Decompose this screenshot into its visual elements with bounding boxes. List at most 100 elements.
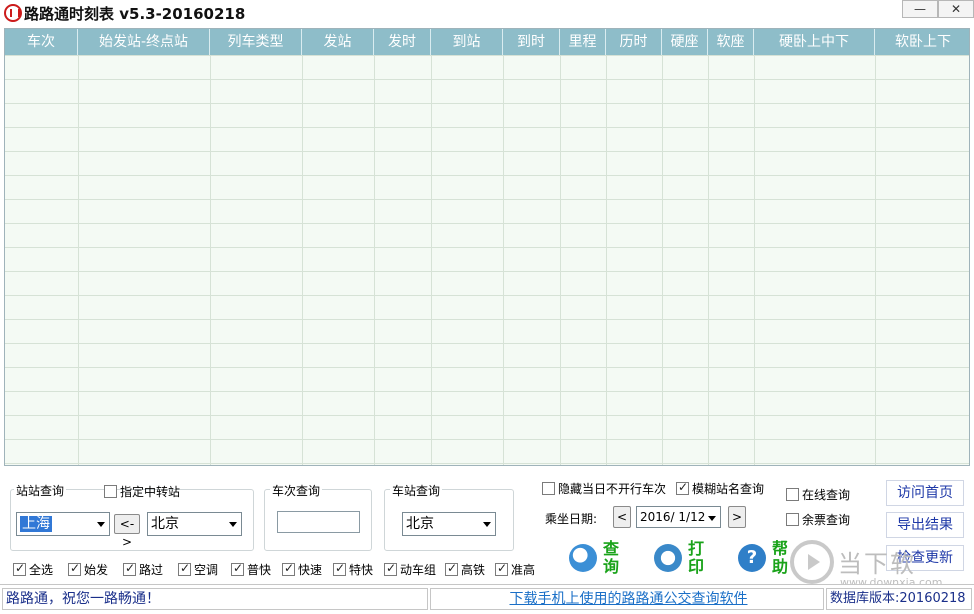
status-bar: 路路通，祝您一路畅通！ 下载手机上使用的路路通公交查询软件 数据库版本:2016… (0, 584, 974, 611)
search-icon (569, 544, 597, 572)
fuzzy-name-label: 模糊站名查询 (692, 482, 765, 496)
chevron-down-icon[interactable] (483, 522, 491, 527)
online-query-label: 在线查询 (802, 488, 851, 502)
type-checkbox-fast[interactable]: 快速 (282, 561, 322, 578)
window-title: 路路通时刻表 v5.3-20160218 (24, 5, 246, 23)
stop-station-combo[interactable]: 北京 (402, 512, 496, 536)
ticket-query-label: 余票查询 (802, 513, 851, 527)
col-header-soft-sleeper[interactable]: 软卧上下 (875, 29, 969, 55)
col-header-type[interactable]: 列车类型 (210, 29, 302, 55)
type-checkbox-passing[interactable]: 路过 (123, 561, 163, 578)
col-header-arrive-time[interactable]: 到时 (503, 29, 560, 55)
results-grid[interactable]: 车次 始发站-终点站 列车类型 发站 发时 到站 到时 里程 历时 硬座 软座 … (4, 28, 970, 466)
hide-not-running-label: 隐藏当日不开行车次 (558, 482, 667, 496)
type-checkbox-highspeed[interactable]: 高铁 (445, 561, 485, 578)
type-box[interactable] (13, 561, 26, 576)
download-app-link[interactable]: 下载手机上使用的路路通公交查询软件 (430, 588, 824, 610)
station-query-title: 站站查询 (14, 482, 67, 499)
watermark: 当下软件园 www.downxia.com (790, 540, 942, 613)
minimize-button[interactable]: — (902, 0, 938, 18)
chevron-down-icon[interactable] (708, 516, 716, 521)
type-label: 特快 (349, 563, 374, 577)
type-box[interactable] (231, 561, 244, 576)
type-label: 动车组 (400, 563, 437, 577)
visit-home-button[interactable]: 访问首页 (886, 480, 964, 506)
fuzzy-name-box[interactable] (676, 480, 689, 495)
col-header-depart-time[interactable]: 发时 (374, 29, 431, 55)
stop-station-value: 北京 (406, 516, 434, 532)
print-icon (654, 544, 682, 572)
to-station-combo[interactable]: 北京 (147, 512, 242, 536)
type-label: 全选 (29, 563, 54, 577)
swap-stations-button[interactable]: <-> (114, 514, 140, 549)
chevron-down-icon[interactable] (229, 522, 237, 527)
type-box[interactable] (333, 561, 346, 576)
type-checkbox-emu[interactable]: 动车组 (384, 561, 436, 578)
type-box[interactable] (445, 561, 458, 576)
app-logo-icon (4, 4, 22, 22)
hide-not-running-box[interactable] (542, 482, 555, 495)
type-box[interactable] (282, 561, 295, 576)
online-query-checkbox[interactable]: 在线查询 (786, 486, 850, 503)
col-header-distance[interactable]: 里程 (560, 29, 606, 55)
query-button[interactable]: 查询 (565, 536, 625, 582)
type-label: 始发 (84, 563, 109, 577)
transfer-checkbox[interactable]: 指定中转站 (104, 483, 180, 500)
transfer-checkbox-box[interactable] (104, 485, 117, 498)
help-icon: ? (738, 544, 766, 572)
type-label: 快速 (298, 563, 323, 577)
col-header-hard-seat[interactable]: 硬座 (662, 29, 708, 55)
online-query-box[interactable] (786, 488, 799, 501)
print-button-label: 打印 (688, 539, 705, 576)
type-box[interactable] (68, 561, 81, 576)
export-results-button[interactable]: 导出结果 (886, 512, 964, 538)
transfer-checkbox-label: 指定中转站 (120, 485, 181, 499)
type-label: 普快 (247, 563, 272, 577)
close-button[interactable]: ✕ (938, 0, 974, 18)
type-label: 准高 (511, 563, 536, 577)
grid-header: 车次 始发站-终点站 列车类型 发站 发时 到站 到时 里程 历时 硬座 软座 … (5, 29, 969, 55)
col-header-hard-sleeper[interactable]: 硬卧上中下 (754, 29, 875, 55)
type-box[interactable] (495, 561, 508, 576)
hide-not-running-checkbox[interactable]: 隐藏当日不开行车次 (542, 480, 666, 497)
stop-query-title: 车站查询 (390, 482, 443, 499)
col-header-depart-station[interactable]: 发站 (302, 29, 374, 55)
date-value: 2016/ 1/12 (640, 510, 706, 524)
col-header-soft-seat[interactable]: 软座 (708, 29, 754, 55)
date-picker[interactable]: 2016/ 1/12 (636, 506, 721, 528)
col-header-route[interactable]: 始发站-终点站 (78, 29, 210, 55)
type-box[interactable] (123, 561, 136, 576)
col-header-train-no[interactable]: 车次 (5, 29, 78, 55)
title-bar: 路路通时刻表 v5.3-20160218 — ✕ (0, 0, 974, 26)
chevron-down-icon[interactable] (97, 522, 105, 527)
type-checkbox-ac[interactable]: 空调 (178, 561, 218, 578)
type-label: 高铁 (461, 563, 486, 577)
watermark-logo-icon (790, 540, 834, 584)
type-checkbox-semi-high[interactable]: 准高 (495, 561, 535, 578)
date-label: 乘坐日期: (545, 512, 598, 526)
print-button[interactable]: 打印 (650, 536, 710, 582)
fuzzy-name-checkbox[interactable]: 模糊站名查询 (676, 480, 764, 497)
type-checkbox-all[interactable]: 全选 (13, 561, 53, 578)
from-station-combo[interactable]: 上海 (16, 512, 110, 536)
type-checkbox-express[interactable]: 特快 (333, 561, 373, 578)
ticket-query-box[interactable] (786, 513, 799, 526)
type-checkbox-regular[interactable]: 普快 (231, 561, 271, 578)
train-number-input[interactable] (277, 511, 360, 533)
help-button[interactable]: ? 帮助 (734, 536, 790, 582)
type-label: 路过 (139, 563, 164, 577)
type-label: 空调 (194, 563, 219, 577)
type-box[interactable] (178, 561, 191, 576)
db-version: 数据库版本:20160218 (826, 588, 972, 610)
to-station-value: 北京 (151, 516, 179, 532)
col-header-duration[interactable]: 历时 (606, 29, 662, 55)
next-date-button[interactable]: > (728, 506, 746, 528)
type-box[interactable] (384, 561, 397, 576)
grid-body[interactable] (5, 55, 969, 465)
prev-date-button[interactable]: < (613, 506, 631, 528)
from-station-value: 上海 (20, 516, 52, 532)
query-button-label: 查询 (603, 539, 620, 576)
ticket-query-checkbox[interactable]: 余票查询 (786, 511, 850, 528)
type-checkbox-origin[interactable]: 始发 (68, 561, 108, 578)
col-header-arrive-station[interactable]: 到站 (431, 29, 503, 55)
